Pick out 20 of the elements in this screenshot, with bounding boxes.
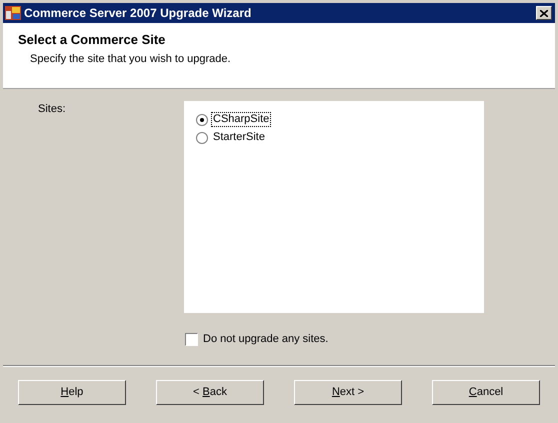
site-option[interactable]: StarterSite bbox=[196, 131, 484, 144]
wizard-button[interactable]: < Back bbox=[156, 380, 264, 404]
radio-label: StarterSite bbox=[212, 131, 266, 144]
close-button[interactable] bbox=[536, 6, 552, 20]
checkbox[interactable] bbox=[185, 332, 198, 346]
sites-label: Sites: bbox=[38, 102, 67, 115]
radio-label: CSharpSite bbox=[212, 113, 270, 126]
checkbox-label: Do not upgrade any sites. bbox=[203, 332, 328, 347]
radio-button[interactable] bbox=[196, 114, 208, 126]
wizard-button[interactable]: Next > bbox=[294, 380, 402, 404]
site-option[interactable]: CSharpSite bbox=[196, 113, 484, 126]
page-subtitle: Specify the site that you wish to upgrade. bbox=[29, 53, 232, 66]
sites-list[interactable]: CSharpSite StarterSite bbox=[184, 101, 484, 313]
window-title: Commerce Server 2007 Upgrade Wizard bbox=[24, 5, 252, 22]
close-icon bbox=[540, 10, 548, 16]
radio-button[interactable] bbox=[196, 132, 208, 144]
app-icon bbox=[5, 5, 21, 21]
page-title: Select a Commerce Site bbox=[18, 32, 166, 48]
wizard-button[interactable]: Cancel bbox=[432, 380, 540, 404]
wizard-button[interactable]: Help bbox=[18, 380, 126, 404]
